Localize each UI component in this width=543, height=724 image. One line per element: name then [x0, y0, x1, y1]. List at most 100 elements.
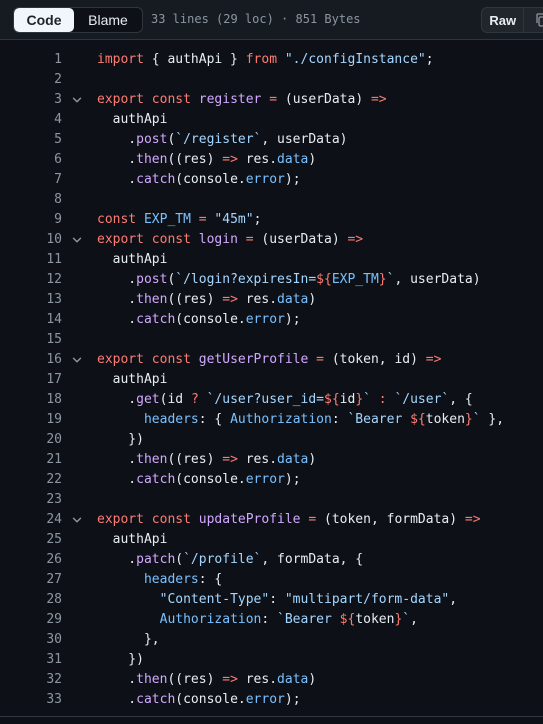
chevron-down-icon	[72, 97, 82, 103]
code-token: then	[136, 672, 168, 687]
line-number[interactable]: 19	[0, 410, 62, 430]
chevron-down-icon	[72, 357, 82, 363]
code-token: EXP_TM	[331, 272, 379, 287]
line-number[interactable]: 27	[0, 570, 62, 590]
code-token: );	[284, 172, 301, 187]
line-number[interactable]: 1	[0, 50, 62, 70]
line-number[interactable]: 13	[0, 290, 62, 310]
code-token: catch	[136, 472, 176, 487]
code-token: =	[269, 92, 278, 107]
line-number[interactable]: 6	[0, 150, 62, 170]
code-line: 32 .then((res) => res.data)	[0, 670, 543, 690]
code-token: (token, formData)	[316, 512, 465, 527]
code-token: (console.	[175, 472, 246, 487]
code-token: then	[136, 152, 168, 167]
code-token: res.	[237, 152, 278, 167]
line-number[interactable]: 12	[0, 270, 62, 290]
code-token: Authorization	[159, 612, 262, 627]
line-number[interactable]: 7	[0, 170, 62, 190]
line-number[interactable]: 25	[0, 530, 62, 550]
code-token: authApi	[97, 112, 168, 127]
code-line: 15	[0, 330, 543, 350]
line-number[interactable]: 31	[0, 650, 62, 670]
code-text: .then((res) => res.data)	[97, 150, 316, 170]
code-text: export const login = (userData) =>	[97, 230, 363, 250]
line-number[interactable]: 30	[0, 630, 62, 650]
line-number[interactable]: 23	[0, 490, 62, 510]
fold-toggle[interactable]	[70, 350, 84, 370]
chevron-down-icon	[72, 517, 82, 523]
code-line: 10 export const login = (userData) =>	[0, 230, 543, 250]
code-token: ${	[324, 392, 340, 407]
code-line: 22 .catch(console.error);	[0, 470, 543, 490]
line-number[interactable]: 5	[0, 130, 62, 150]
code-line: 3 export const register = (userData) =>	[0, 90, 543, 110]
code-tab[interactable]: Code	[14, 8, 74, 32]
line-number[interactable]: 26	[0, 550, 62, 570]
fold-toggle[interactable]	[70, 90, 84, 110]
code-token: }	[378, 272, 387, 287]
code-token: (id	[159, 392, 191, 407]
line-number[interactable]: 8	[0, 190, 62, 210]
line-number[interactable]: 16	[0, 350, 62, 370]
blame-tab[interactable]: Blame	[74, 8, 142, 32]
line-number[interactable]: 33	[0, 690, 62, 710]
code-text: .catch(console.error);	[97, 690, 301, 710]
fold-toggle[interactable]	[70, 510, 84, 530]
code-token: , userData)	[394, 272, 481, 287]
code-token: "./configInstance"	[284, 52, 426, 67]
line-number[interactable]: 2	[0, 70, 62, 90]
line-number[interactable]: 22	[0, 470, 62, 490]
code-token: =>	[370, 92, 387, 107]
code-line: 16 export const getUserProfile = (token, …	[0, 350, 543, 370]
code-token: , formData, {	[261, 552, 364, 567]
code-token: `	[363, 392, 371, 407]
code-line: 5 .post(`/register`, userData)	[0, 130, 543, 150]
line-number[interactable]: 32	[0, 670, 62, 690]
code-token: catch	[136, 312, 176, 327]
code-token: error	[245, 692, 285, 707]
code-token: =>	[222, 292, 238, 307]
code-token: const	[151, 92, 191, 107]
line-number[interactable]: 10	[0, 230, 62, 250]
code-line: 2	[0, 70, 543, 90]
line-number[interactable]: 29	[0, 610, 62, 630]
line-number[interactable]: 3	[0, 90, 62, 110]
code-token: .	[97, 152, 137, 167]
code-line: 14 .catch(console.error);	[0, 310, 543, 330]
copy-raw-button[interactable]	[524, 8, 543, 32]
line-number[interactable]: 28	[0, 590, 62, 610]
code-token: res.	[237, 672, 278, 687]
code-view-border	[0, 716, 543, 724]
line-number[interactable]: 20	[0, 430, 62, 450]
line-number[interactable]: 11	[0, 250, 62, 270]
code-token: }	[464, 412, 473, 427]
line-number[interactable]: 4	[0, 110, 62, 130]
code-token: , userData)	[261, 132, 348, 147]
code-token: `/profile`	[183, 552, 262, 567]
line-number[interactable]: 21	[0, 450, 62, 470]
line-number[interactable]: 17	[0, 370, 62, 390]
code-text: export const register = (userData) =>	[97, 90, 387, 110]
line-number[interactable]: 14	[0, 310, 62, 330]
line-number[interactable]: 9	[0, 210, 62, 230]
raw-button[interactable]: Raw	[482, 8, 525, 32]
code-token: ((res)	[167, 452, 223, 467]
code-text: .then((res) => res.data)	[97, 290, 316, 310]
line-number[interactable]: 15	[0, 330, 62, 350]
code-token: error	[245, 172, 285, 187]
fold-toggle[interactable]	[70, 230, 84, 250]
code-line: 23	[0, 490, 543, 510]
line-number[interactable]: 18	[0, 390, 62, 410]
line-number[interactable]: 24	[0, 510, 62, 530]
code-token: .	[97, 272, 137, 287]
code-line: 28 "Content-Type": "multipart/form-data"…	[0, 590, 543, 610]
code-token: );	[284, 692, 301, 707]
